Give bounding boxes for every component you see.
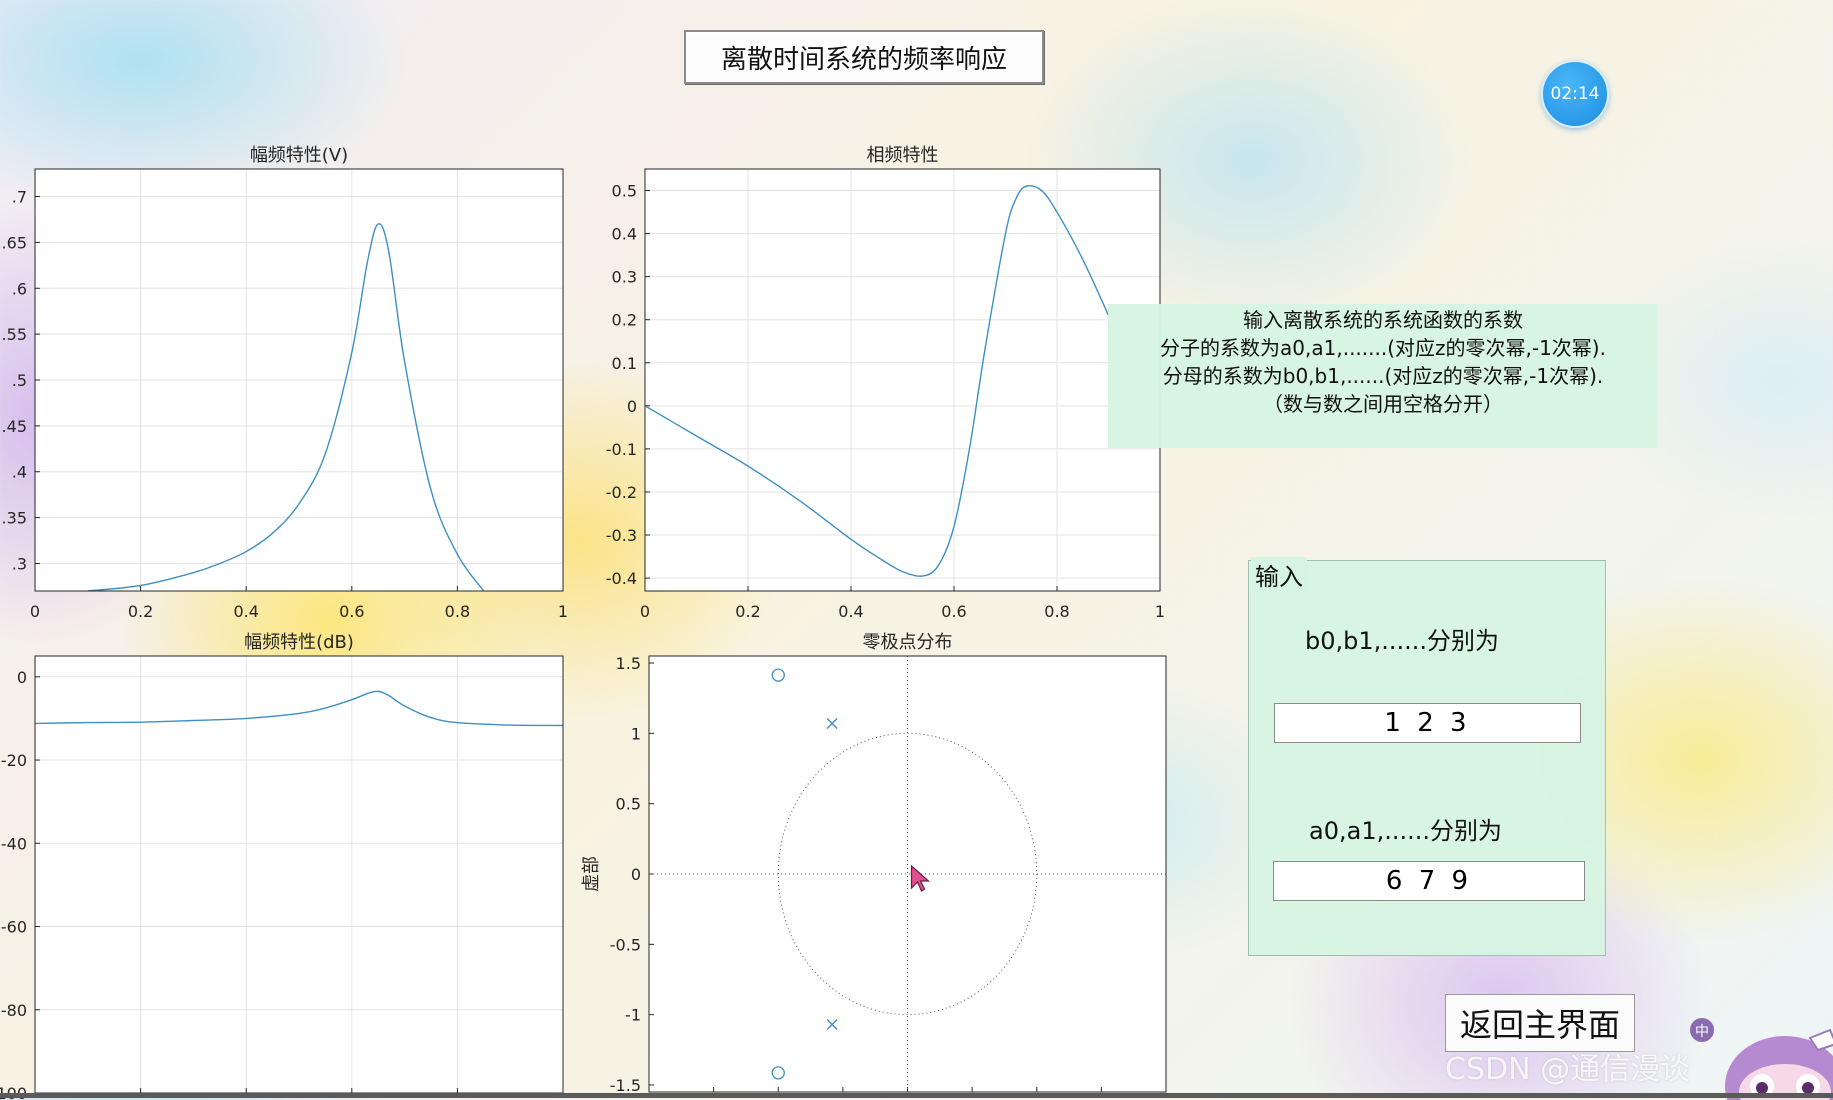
y-tick-label: .6 [12, 279, 27, 298]
y-tick-label: 1 [631, 724, 641, 743]
mascot-icon: 中 [1690, 1018, 1833, 1100]
y-tick-label: -1 [625, 1006, 641, 1025]
y-tick-label: -0.2 [606, 483, 637, 502]
instructions-line: （数与数之间用空格分开） [1263, 392, 1503, 416]
y-tick-label: 0.5 [612, 182, 637, 201]
x-tick-label: 0.8 [445, 602, 470, 621]
b-coefficients-input[interactable] [1274, 703, 1581, 743]
y-tick-label: -0.1 [606, 440, 637, 459]
window-title: 离散时间系统的频率响应 [684, 30, 1044, 84]
x-tick-label: 0.2 [735, 602, 760, 621]
x-tick-label: 0.2 [128, 602, 153, 621]
instructions-box: 输入离散系统的系统函数的系数 分子的系数为a0,a1,.......(对应z的零… [1108, 304, 1658, 448]
x-tick-label: 1 [558, 602, 568, 621]
recording-timer-badge[interactable]: 02:14 [1541, 60, 1609, 128]
chart-title: 幅频特性(V) [250, 145, 348, 166]
y-tick-label: 0.4 [612, 225, 637, 244]
x-tick-label: 1 [1155, 602, 1165, 621]
bottom-edge-bar [0, 1093, 1833, 1098]
y-tick-label: -60 [1, 918, 27, 937]
y-tick-label: 0.2 [612, 311, 637, 330]
y-tick-label: 0 [17, 668, 27, 687]
y-tick-label: 1.5 [616, 654, 641, 673]
mascot-badge-text: 中 [1695, 1024, 1709, 1040]
magnitude-linear-chart: 0 0.2 0.4 0.6 0.8 1 .3 .35 .4 .45 .5 .55 .6 .65 .7 幅频特性… [2, 145, 569, 621]
y-tick-label: 0.5 [616, 795, 641, 814]
y-tick-label: .55 [2, 325, 27, 344]
a-coefficients-input[interactable] [1273, 861, 1585, 901]
y-tick-label: 0 [627, 397, 637, 416]
y-tick-label: 0.3 [612, 268, 637, 287]
y-tick-label: -40 [1, 834, 27, 853]
y-tick-label: .7 [12, 188, 27, 207]
x-tick-label: 0 [640, 602, 650, 621]
input-panel-title: 输入 [1251, 557, 1307, 592]
chart-title: 幅频特性(dB) [244, 632, 354, 653]
plot-area [649, 656, 1166, 1092]
instructions-line: 分子的系数为a0,a1,.......(对应z的零次幂,-1次幂). [1160, 336, 1606, 360]
instructions-line: 分母的系数为b0,b1,......(对应z的零次幂,-1次幂). [1162, 364, 1604, 388]
pole-zero-chart: -1.5-1-0.500.511.5-1.5-1-0.500.511.5零极点分… [581, 632, 1167, 1095]
plot-area [35, 656, 563, 1093]
instructions-line: 输入离散系统的系统函数的系数 [1243, 308, 1523, 332]
y-tick-label: -80 [1, 1001, 27, 1020]
x-tick-label: 0.6 [941, 602, 966, 621]
magnitude-db-chart: 00.20.40.60.81100-80-60-40-200幅频特性(dB) [0, 632, 564, 1100]
chart-title: 零极点分布 [863, 632, 953, 653]
a-coefficients-label: a0,a1,......分别为 [1309, 817, 1502, 845]
y-tick-label: -0.4 [606, 569, 637, 588]
y-tick-label: .5 [12, 371, 27, 390]
x-tick-label: 0.4 [233, 602, 258, 621]
y-tick-label: 0 [631, 865, 641, 884]
x-tick-label: 0.4 [838, 602, 863, 621]
y-tick-label: .35 [2, 509, 27, 528]
y-tick-label: .4 [12, 463, 27, 482]
x-tick-label: 0.6 [339, 602, 364, 621]
b-coefficients-label: b0,b1,......分别为 [1305, 627, 1500, 655]
phase-response-chart: 0 0.2 0.4 0.6 0.8 1 -0.4 -0.3 -0.2 -0.1 0 0.1 0.2 0.3… [606, 145, 1165, 621]
x-tick-label: 0 [30, 602, 40, 621]
chart-title: 相频特性 [867, 145, 939, 166]
y-tick-label: -0.3 [606, 526, 637, 545]
y-axis-label: 虚部 [581, 856, 602, 892]
y-tick-label: .45 [2, 417, 27, 436]
input-panel: 输入 b0,b1,......分别为 a0,a1,......分别为 [1248, 557, 1606, 956]
y-tick-label: .65 [2, 233, 27, 252]
y-tick-label: -0.5 [610, 935, 641, 954]
plot-area [645, 169, 1160, 591]
y-tick-label: -20 [1, 751, 27, 770]
csdn-watermark: CSDN @通信漫谈 [1445, 1052, 1691, 1087]
x-tick-label: 0.8 [1044, 602, 1069, 621]
y-tick-label: 0.1 [612, 354, 637, 373]
y-tick-label: .3 [12, 554, 27, 573]
